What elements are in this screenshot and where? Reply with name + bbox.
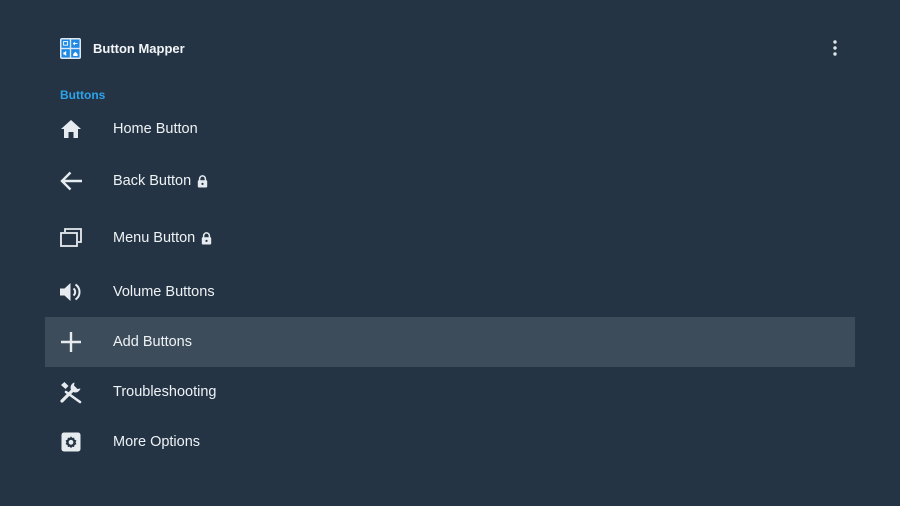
button-mapper-logo-icon: [60, 37, 81, 59]
menu-item-label: Troubleshooting: [113, 384, 217, 400]
menu-item-menu-button[interactable]: Menu Button: [45, 213, 855, 263]
app-header: Button Mapper: [60, 37, 185, 59]
home-icon: [58, 116, 84, 142]
menu-item-home-button[interactable]: Home Button: [45, 104, 855, 154]
volume-icon: [58, 279, 84, 305]
menu-item-label: Volume Buttons: [113, 284, 215, 300]
lock-icon: [197, 174, 208, 188]
settings-icon: [58, 429, 84, 455]
menu-item-add-buttons[interactable]: Add Buttons: [45, 317, 855, 367]
menu-item-label: Menu Button: [113, 230, 196, 246]
menu-item-label: Add Buttons: [113, 334, 192, 350]
menu-item-label: Home Button: [113, 121, 198, 137]
plus-icon: [58, 329, 84, 355]
menu-item-label-row: Menu Button: [113, 230, 212, 246]
lock-icon: [201, 231, 212, 245]
menu-item-label-row: Back Button: [113, 173, 208, 189]
menu-item-troubleshooting[interactable]: Troubleshooting: [45, 367, 855, 417]
more-vert-icon[interactable]: [826, 37, 844, 59]
back-arrow-icon: [58, 168, 84, 194]
menu-item-volume-buttons[interactable]: Volume Buttons: [45, 267, 855, 317]
menu-item-back-button[interactable]: Back Button: [45, 156, 855, 206]
menu-item-more-options[interactable]: More Options: [45, 417, 855, 467]
recent-apps-icon: [58, 225, 84, 251]
app-title: Button Mapper: [93, 40, 185, 56]
menu-item-label: Back Button: [113, 173, 192, 189]
button-mapper-screen: Button Mapper Buttons Home Button Back B…: [0, 0, 900, 506]
tools-icon: [58, 379, 84, 405]
section-header-buttons: Buttons: [60, 88, 106, 102]
menu-item-label: More Options: [113, 434, 201, 450]
